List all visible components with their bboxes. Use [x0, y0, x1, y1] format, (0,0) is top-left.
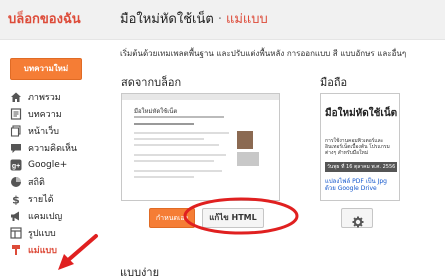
pages-icon	[10, 125, 22, 137]
sidebar-item-posts[interactable]: บทความ	[10, 106, 62, 122]
preview-text-line	[134, 123, 194, 125]
earnings-icon: $	[10, 193, 22, 207]
sidebar-item-label: สถิติ	[28, 178, 45, 188]
mobile-heading: มือถือ	[320, 76, 348, 89]
stats-icon	[10, 176, 22, 188]
preview-text-line	[134, 144, 219, 146]
mobile-preview[interactable]: มือใหม่หัดใช้เน็ต การใช้งานคอมพิวเตอร์แล…	[320, 93, 400, 201]
sidebar: บทความใหม่ ภาพรวม บทความ หน้าเว็บ ความคิ…	[0, 40, 110, 279]
gear-icon	[352, 213, 364, 228]
preview-blog-title: มือใหม่หัดใช้เน็ต	[134, 108, 178, 115]
sidebar-item-label: รายได้	[28, 195, 54, 205]
sidebar-item-stats[interactable]: สถิติ	[10, 174, 45, 190]
preview-profile-image	[237, 131, 253, 149]
live-on-blog-heading: สดจากบล็อก	[121, 76, 182, 89]
sidebar-item-label: หน้าเว็บ	[28, 127, 59, 137]
sidebar-item-label: รูปแบบ	[28, 229, 56, 239]
google-plus-icon: g+	[10, 159, 22, 171]
comments-icon	[10, 142, 22, 154]
sidebar-item-layout[interactable]: รูปแบบ	[10, 225, 56, 241]
sidebar-item-comments[interactable]: ความคิดเห็น	[10, 140, 77, 156]
campaigns-icon	[10, 210, 22, 222]
mobile-settings-button[interactable]	[341, 208, 373, 228]
sidebar-item-template[interactable]: แม่แบบ	[10, 242, 57, 258]
title-separator: ·	[217, 12, 222, 27]
sidebar-item-label: ภาพรวม	[28, 93, 61, 103]
preview-topbar	[122, 94, 279, 100]
section-name: แม่แบบ	[225, 12, 268, 27]
preview-widget-image	[237, 152, 259, 166]
home-icon	[10, 91, 22, 103]
preview-text-line	[134, 170, 222, 172]
mobile-preview-title: มือใหม่หัดใช้เน็ต	[325, 108, 398, 119]
sidebar-item-label: แม่แบบ	[28, 246, 57, 256]
customize-button[interactable]: กำหนดเอง	[149, 208, 195, 228]
template-intro-text: เริ่มต้นด้วยเทมเพลตพื้นฐาน และปรับแต่งพื…	[120, 49, 407, 58]
sidebar-item-pages[interactable]: หน้าเว็บ	[10, 123, 59, 139]
svg-text:g+: g+	[12, 163, 20, 170]
mobile-preview-post-link: แปลงไฟล์ PDF เป็น Jpg ด้วย Google Drive	[325, 178, 387, 192]
page-title: มือใหม่หัดใช้เน็ต · แม่แบบ	[120, 8, 268, 29]
preview-text-line	[134, 176, 194, 178]
preview-text-line	[134, 132, 229, 134]
sidebar-item-campaigns[interactable]: แคมเปญ	[10, 208, 62, 224]
live-blog-preview[interactable]: มือใหม่หัดใช้เน็ต	[121, 93, 280, 201]
preview-text-line	[134, 138, 204, 140]
blog-name: มือใหม่หัดใช้เน็ต	[120, 12, 214, 27]
sidebar-item-overview[interactable]: ภาพรวม	[10, 89, 61, 105]
sidebar-item-earnings[interactable]: $ รายได้	[10, 191, 54, 207]
simple-templates-heading: แบบง่าย	[120, 266, 160, 279]
new-post-button[interactable]: บทความใหม่	[10, 58, 82, 80]
template-icon	[10, 244, 22, 256]
preview-text-line	[134, 154, 226, 156]
sidebar-item-label: แคมเปญ	[28, 212, 63, 222]
edit-html-button[interactable]: แก้ไข HTML	[202, 208, 264, 228]
sidebar-item-google-plus[interactable]: g+ Google+	[10, 157, 67, 173]
mobile-preview-date: วันพุธ ที่ 16 ตุลาคม พ.ศ. 2556	[325, 162, 397, 172]
mobile-preview-description: การใช้งานคอมพิวเตอร์และอินเทอร์เน็ตเบื้อ…	[325, 138, 390, 156]
svg-text:$: $	[12, 194, 20, 206]
layout-icon	[10, 227, 22, 239]
preview-text-line	[134, 116, 224, 118]
posts-icon	[10, 108, 22, 120]
sidebar-item-label: บทความ	[28, 110, 62, 120]
top-header: บล็อกของฉัน มือใหม่หัดใช้เน็ต · แม่แบบ	[0, 0, 445, 40]
my-blogs-link[interactable]: บล็อกของฉัน	[8, 8, 81, 29]
sidebar-item-label: Google+	[28, 160, 68, 170]
sidebar-item-label: ความคิดเห็น	[28, 144, 78, 154]
preview-text-line	[134, 160, 214, 162]
